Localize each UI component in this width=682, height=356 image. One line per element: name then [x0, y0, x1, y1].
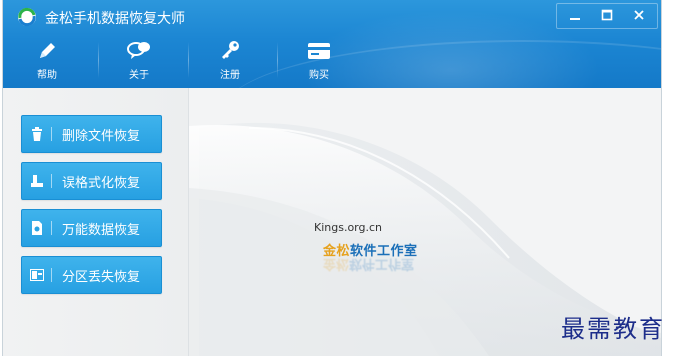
format-recovery-button[interactable]: 误格式化恢复 — [21, 162, 162, 200]
format-icon — [30, 173, 44, 189]
brand-name-reflection: 金松软件工作室 — [323, 256, 415, 271]
register-button[interactable]: 注册 — [200, 38, 260, 84]
title-bar[interactable]: 金松手机数据恢复大师 — [3, 0, 661, 34]
close-icon — [633, 6, 645, 25]
about-button[interactable]: 关于 — [109, 38, 169, 84]
watermark-text: 最需教育 — [561, 315, 665, 343]
document-icon — [30, 220, 44, 236]
app-logo-icon — [17, 7, 37, 27]
universal-data-recovery-label: 万能数据恢复 — [62, 222, 141, 238]
about-label: 关于 — [129, 70, 149, 81]
maximize-button[interactable] — [592, 4, 622, 26]
universal-data-recovery-button[interactable]: 万能数据恢复 — [21, 209, 162, 247]
brand-url: Kings.org.cn — [314, 221, 383, 234]
toolbar: 帮助 关于 注册 购买 — [3, 34, 661, 88]
pencil-icon — [34, 38, 60, 64]
buy-label: 购买 — [309, 70, 329, 81]
close-button[interactable] — [624, 4, 654, 26]
help-button[interactable]: 帮助 — [17, 38, 77, 84]
window-title: 金松手机数据恢复大师 — [45, 11, 185, 27]
partition-loss-recovery-button[interactable]: 分区丢失恢复 — [21, 256, 162, 294]
app-window: 金松手机数据恢复大师 帮助 关于 注册 购买 删除文件恢复 误格式化恢复 万能数… — [2, 0, 662, 356]
minimize-icon — [569, 6, 581, 25]
maximize-icon — [601, 6, 613, 25]
header: 金松手机数据恢复大师 帮助 关于 注册 购买 — [3, 0, 661, 88]
buy-button[interactable]: 购买 — [289, 38, 349, 84]
partition-loss-recovery-label: 分区丢失恢复 — [62, 269, 141, 285]
partition-icon — [30, 267, 44, 283]
card-icon — [306, 38, 332, 64]
help-label: 帮助 — [37, 70, 57, 81]
sidebar: 删除文件恢复 误格式化恢复 万能数据恢复 分区丢失恢复 — [3, 88, 189, 356]
trash-icon — [30, 126, 44, 142]
register-label: 注册 — [220, 70, 240, 81]
chat-bubbles-icon — [126, 38, 152, 64]
format-recovery-label: 误格式化恢复 — [62, 175, 141, 191]
minimize-button[interactable] — [560, 4, 590, 26]
deleted-file-recovery-button[interactable]: 删除文件恢复 — [21, 115, 162, 153]
deleted-file-recovery-label: 删除文件恢复 — [62, 128, 141, 144]
key-icon — [217, 38, 243, 64]
